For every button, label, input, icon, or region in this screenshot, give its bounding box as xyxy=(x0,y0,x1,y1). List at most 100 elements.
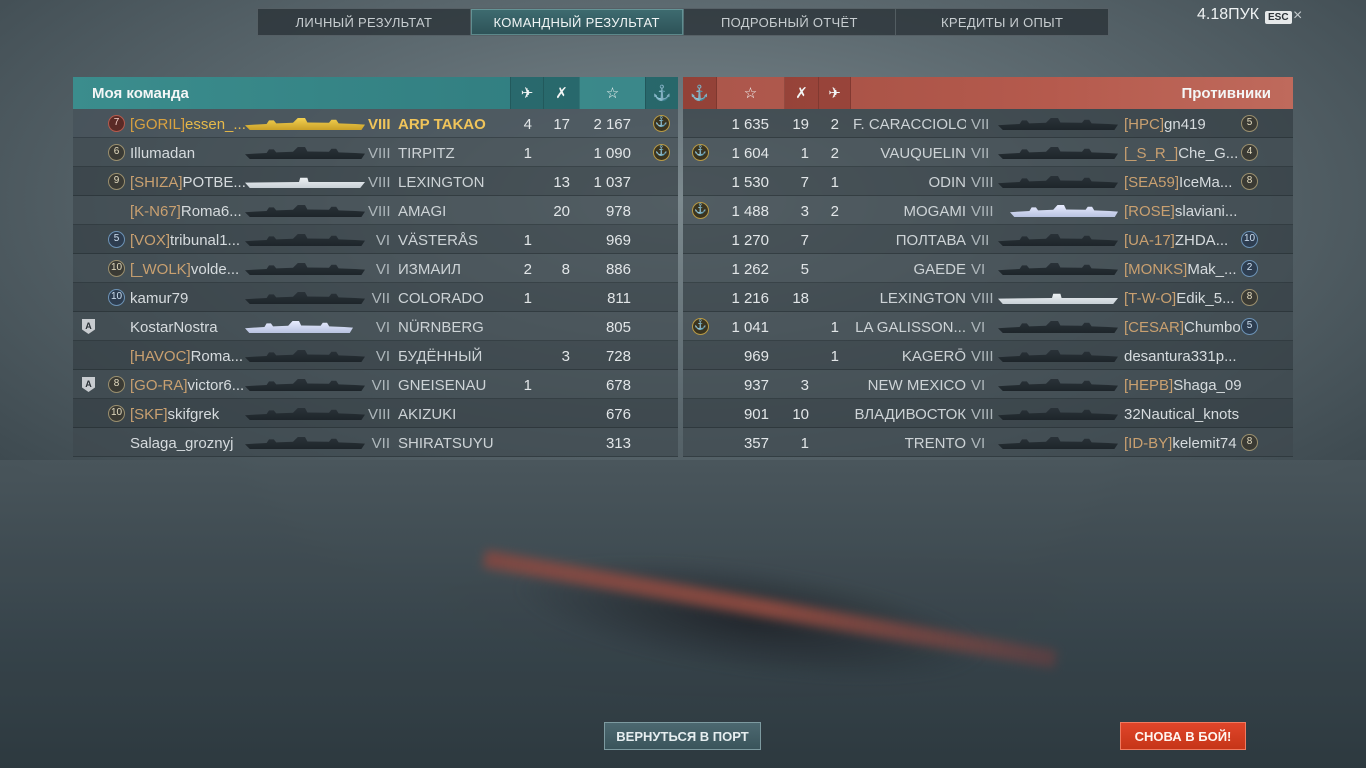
player-row[interactable]: [K-N67]Roma6... VIII AMAGI 20 978 xyxy=(73,196,678,225)
player-row[interactable]: 10 kamur79 VII COLORADO 1 811 xyxy=(73,283,678,312)
planes-destroyed: 1 xyxy=(830,348,839,365)
anchor-medal-icon: ⚓ xyxy=(653,115,670,132)
player-name: desantura331p... xyxy=(1124,348,1237,365)
base-xp: 676 xyxy=(605,406,631,423)
esc-key-badge[interactable]: ESC xyxy=(1265,11,1292,24)
tab-team-result[interactable]: КОМАНДНЫЙ РЕЗУЛЬТАТ xyxy=(470,9,684,35)
ship-name: LA GALISSON... xyxy=(855,319,966,336)
player-row[interactable]: 1 216 18 LEXINGTON VIII [T-W-O]Edik_5... 8 xyxy=(683,283,1293,312)
player-name-group: [_S_R_]Che_G... xyxy=(1124,145,1238,162)
kills-count: 17 xyxy=(553,116,570,133)
player-row[interactable]: 10 [SKF]skifgrek VIII AKIZUKI 676 xyxy=(73,399,678,428)
tab-personal-result[interactable]: ЛИЧНЫЙ РЕЗУЛЬТАТ xyxy=(258,9,471,35)
rank-badge-icon: 8 xyxy=(1241,434,1258,451)
ship-silhouette-icon xyxy=(245,350,365,362)
tab-detailed-report[interactable]: ПОДРОБНЫЙ ОТЧЁТ xyxy=(684,9,897,35)
clan-tag: [ROSE] xyxy=(1124,203,1175,220)
player-name-group: kamur79 xyxy=(130,290,188,307)
player-row[interactable]: 7 [GORIL]essen_... VIII ARP TAKAO 4 17 2 167 ⚓ xyxy=(73,109,678,138)
enemy-team-title: Противники xyxy=(1181,85,1271,102)
player-row[interactable]: 1 530 7 1 ODIN VIII [SEA59]IceMa... 8 xyxy=(683,167,1293,196)
player-row[interactable]: ⚓ 1 488 3 2 MOGAMI VIII [ROSE]slaviani... xyxy=(683,196,1293,225)
base-xp: 1 604 xyxy=(731,145,769,162)
anchor-medal-icon: ⚓ xyxy=(692,202,709,219)
planes-destroyed: 4 xyxy=(523,116,532,133)
player-row[interactable]: 937 3 NEW MEXICO VI [HEPB]Shaga_09 xyxy=(683,370,1293,399)
my-team-header: Моя команда ✈ ✗ ☆ ⚓ xyxy=(73,77,678,109)
player-row[interactable]: 10 [_WOLK]volde... VI ИЗМАИЛ 2 8 886 xyxy=(73,254,678,283)
player-row[interactable]: [HAVOC]Roma... VI БУДЁННЫЙ 3 728 xyxy=(73,341,678,370)
close-icon[interactable]: × xyxy=(1293,7,1302,25)
fleet-badge-icon: A xyxy=(82,319,95,334)
rank-badge-icon: 9 xyxy=(108,173,125,190)
anchor-medal-icon: ⚓ xyxy=(692,144,709,161)
base-xp: 1 216 xyxy=(731,290,769,307)
player-row[interactable]: ⚓ 1 604 1 2 VAUQUELIN VII [_S_R_]Che_G... 4 xyxy=(683,138,1293,167)
enemy-team-header: ⚓ ☆ ✗ ✈ Противники xyxy=(683,77,1293,109)
planes-destroyed: 1 xyxy=(830,319,839,336)
clan-tag: [GORIL] xyxy=(130,116,186,133)
base-xp: 728 xyxy=(605,348,631,365)
player-name-group: [GO-RA]victor6... xyxy=(130,377,244,394)
return-to-port-button[interactable]: ВЕРНУТЬСЯ В ПОРТ xyxy=(604,722,761,750)
player-name-group: [UA-17]ZHDA... xyxy=(1124,232,1228,249)
player-name: ZHDA... xyxy=(1174,232,1229,249)
enemy-team-panel: ⚓ ☆ ✗ ✈ Противники 1 635 19 2 F. CARACCIOLO… xyxy=(683,77,1293,457)
player-name: gn419 xyxy=(1164,116,1206,133)
planes-destroyed: 2 xyxy=(830,203,839,220)
planes-destroyed: 1 xyxy=(523,290,532,307)
ship-tier: VI xyxy=(971,377,986,394)
ship-silhouette-icon xyxy=(998,147,1118,159)
clan-tag: [GO-RA] xyxy=(130,377,188,394)
planes-destroyed: 1 xyxy=(523,232,532,249)
player-row[interactable]: Salaga_groznyj VII SHIRATSUYU 313 xyxy=(73,428,678,457)
planes-destroyed: 2 xyxy=(830,145,839,162)
ship-name: ARP TAKAO xyxy=(398,116,486,133)
player-row[interactable]: 1 262 5 GAEDE VI [MONKS]Mak_... 2 xyxy=(683,254,1293,283)
my-team-panel: Моя команда ✈ ✗ ☆ ⚓ 7 [GORIL]essen_... VII… xyxy=(73,77,678,457)
rank-badge-icon: 8 xyxy=(108,376,125,393)
ship-tier: VIII xyxy=(368,174,391,191)
ship-name: NEW MEXICO xyxy=(867,377,966,394)
swords-icon: ✗ xyxy=(785,77,819,109)
player-row[interactable]: A KostarNostra VI NÜRNBERG 805 xyxy=(73,312,678,341)
player-row[interactable]: 901 10 ВЛАДИВОСТОК VIII 32Nautical_knots xyxy=(683,399,1293,428)
ship-name: AKIZUKI xyxy=(398,406,457,423)
player-row[interactable]: 9 [SHIZA]POTBE... VIII LEXINGTON 13 1 037 xyxy=(73,167,678,196)
planes-destroyed: 2 xyxy=(830,116,839,133)
player-name: Che_G... xyxy=(1178,145,1239,162)
ship-tier: VIII xyxy=(368,145,391,162)
player-name: Illumadan xyxy=(130,145,196,162)
clan-tag: [SHIZA] xyxy=(130,174,183,191)
player-row[interactable]: 6 Illumadan VIII TIRPITZ 1 1 090 ⚓ xyxy=(73,138,678,167)
kills-count: 10 xyxy=(792,406,809,423)
ship-silhouette-icon xyxy=(245,263,365,275)
base-xp: 978 xyxy=(605,203,631,220)
ship-silhouette-icon xyxy=(998,293,1118,304)
player-name-group: [K-N67]Roma6... xyxy=(130,203,242,220)
player-row[interactable]: 969 1 KAGERŌ VIII desantura331p... xyxy=(683,341,1293,370)
kills-count: 19 xyxy=(792,116,809,133)
my-team-title: Моя команда xyxy=(92,85,189,102)
tab-credits-xp[interactable]: КРЕДИТЫ И ОПЫТ xyxy=(896,9,1108,35)
ship-tier: VII xyxy=(971,116,990,133)
kills-count: 1 xyxy=(800,435,809,452)
player-name-group: [HEPB]Shaga_09 xyxy=(1124,377,1242,394)
player-row[interactable]: 1 635 19 2 F. CARACCIOLO VII [HPC]gn419 5 xyxy=(683,109,1293,138)
player-name: Edik_5... xyxy=(1176,290,1235,307)
ship-name: БУДЁННЫЙ xyxy=(398,348,483,365)
player-name-group: [SKF]skifgrek xyxy=(130,406,219,423)
player-row[interactable]: 357 1 TRENTO VI [ID-BY]kelemit74 8 xyxy=(683,428,1293,457)
player-name: kelemit74 xyxy=(1172,435,1237,452)
base-xp: 811 xyxy=(607,290,631,307)
rank-badge-icon: 8 xyxy=(1241,173,1258,190)
player-row[interactable]: 5 [VOX]tribunal1... VI VÄSTERÅS 1 969 xyxy=(73,225,678,254)
battle-again-button[interactable]: СНОВА В БОЙ! xyxy=(1120,722,1246,750)
kills-count: 7 xyxy=(800,174,809,191)
player-row[interactable]: 1 270 7 ПОЛТАВА VII [UA-17]ZHDA... 10 xyxy=(683,225,1293,254)
player-row[interactable]: A 8 [GO-RA]victor6... VII GNEISENAU 1 678 xyxy=(73,370,678,399)
rank-badge-icon: 10 xyxy=(108,405,125,422)
ship-tier: VIII xyxy=(368,203,391,220)
player-row[interactable]: ⚓ 1 041 1 LA GALISSON... VI [CESAR]Chumbo 5 xyxy=(683,312,1293,341)
ship-silhouette-icon xyxy=(245,118,365,130)
